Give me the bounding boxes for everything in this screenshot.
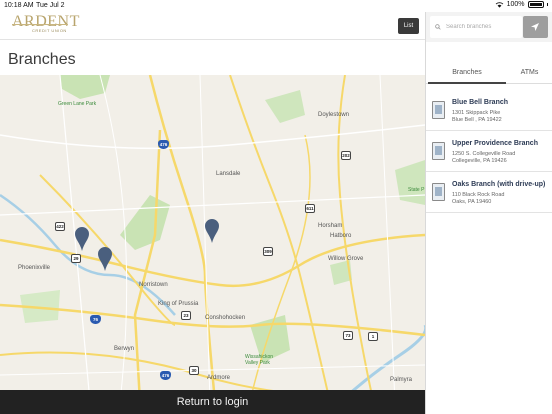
logo-subtitle: CREDIT UNION xyxy=(32,28,67,33)
shield-us309: 309 xyxy=(263,247,273,256)
location-arrow-icon xyxy=(531,23,539,31)
branch-name: Blue Bell Branch xyxy=(452,99,509,106)
branch-address: 1250 S. Collegeville Road xyxy=(452,151,516,157)
search-box[interactable] xyxy=(430,16,522,38)
map-label-state-park: State P xyxy=(408,187,425,193)
branch-address: 110 Black Rock Road xyxy=(452,192,505,198)
map-label-doylestown: Doylestown xyxy=(318,112,350,118)
map-label-king-of-prussia: King of Prussia xyxy=(158,301,199,307)
search-input[interactable] xyxy=(446,21,520,33)
shield-pa29: 29 xyxy=(71,254,81,263)
list-button[interactable]: List xyxy=(398,18,419,34)
shield-pa1: 1 xyxy=(368,332,378,341)
shield-i476-south: 476 xyxy=(160,371,171,380)
shield-pa611: 611 xyxy=(305,204,315,213)
status-date: Tue Jul 2 xyxy=(36,2,65,9)
map-label-willow-grove: Willow Grove xyxy=(328,256,364,262)
page-title: Branches xyxy=(8,51,76,68)
map-pane: ARDENT CREDIT UNION List Branches Green … xyxy=(0,12,425,414)
map-pin-upper-providence[interactable] xyxy=(75,227,89,251)
return-to-login-button[interactable]: Return to login xyxy=(0,390,425,414)
search-row xyxy=(426,12,552,42)
branch-city: Collegeville, PA 19426 xyxy=(452,158,507,164)
branch-building-icon xyxy=(432,183,445,201)
map-label-horsham: Horsham xyxy=(318,223,343,229)
map-pin-oaks[interactable] xyxy=(98,247,112,271)
branch-name: Upper Providence Branch xyxy=(452,140,538,147)
branch-map[interactable]: Green Lane Park Doylestown Lansdale Hors… xyxy=(0,75,425,402)
shield-pa422: 422 xyxy=(55,222,65,231)
branch-name: Oaks Branch (with drive-up) xyxy=(452,181,546,188)
map-label-norristown: Norristown xyxy=(139,282,168,288)
tab-atms[interactable]: ATMs xyxy=(506,64,552,84)
branch-building-icon xyxy=(432,142,445,160)
shield-us202: 202 xyxy=(341,151,351,160)
tab-bar: Branches ATMs xyxy=(426,64,552,84)
locate-me-button[interactable] xyxy=(523,16,548,38)
shield-pa73: 73 xyxy=(343,331,353,340)
branch-address: 1301 Skippack Pike xyxy=(452,110,501,116)
map-label-green-lane-park: Green Lane Park xyxy=(58,101,97,107)
battery-percent: 100% xyxy=(506,1,525,8)
map-pin-blue-bell[interactable] xyxy=(205,219,219,243)
shield-pa30: 30 xyxy=(189,366,199,375)
branch-item-oaks[interactable]: Oaks Branch (with drive-up) 110 Black Ro… xyxy=(426,172,552,213)
shield-i76: 76 xyxy=(90,315,101,324)
map-label-conshohocken: Conshohocken xyxy=(205,315,246,321)
branch-item-upper-providence[interactable]: Upper Providence Branch 1250 S. Collegev… xyxy=(426,131,552,172)
search-icon xyxy=(435,24,441,30)
map-label-wissahickon: Wissahickon Valley Park xyxy=(245,354,274,366)
status-bar: 10:18 AM Tue Jul 2 100% xyxy=(0,0,552,12)
shield-pa23: 23 xyxy=(181,311,191,320)
branch-city: Oaks, PA 19460 xyxy=(452,199,492,205)
shield-i476-north: 476 xyxy=(158,140,169,149)
branch-city: Blue Bell , PA 19422 xyxy=(452,117,502,123)
map-label-ardmore: Ardmore xyxy=(207,375,231,381)
tab-branches[interactable]: Branches xyxy=(428,64,506,84)
branch-item-blue-bell[interactable]: Blue Bell Branch 1301 Skippack Pike Blue… xyxy=(426,90,552,131)
map-label-phoenixville: Phoenixville xyxy=(18,265,51,271)
map-label-hatboro: Hatboro xyxy=(330,233,352,239)
status-right: 100% xyxy=(495,1,548,8)
map-label-lansdale: Lansdale xyxy=(216,171,241,177)
map-label-palmyra: Palmyra xyxy=(390,377,413,383)
status-time: 10:18 AM xyxy=(4,2,34,9)
battery-icon xyxy=(527,1,544,8)
branch-list-pane: Branches ATMs Blue Bell Branch 1301 Skip… xyxy=(425,12,552,414)
map-label-berwyn: Berwyn xyxy=(114,346,135,352)
branch-building-icon xyxy=(432,101,445,119)
battery-tip xyxy=(546,3,548,6)
wifi-icon xyxy=(495,2,503,8)
logo-bar xyxy=(12,24,68,25)
ardent-logo: ARDENT CREDIT UNION xyxy=(12,13,79,35)
top-bar: ARDENT CREDIT UNION List xyxy=(0,12,425,40)
